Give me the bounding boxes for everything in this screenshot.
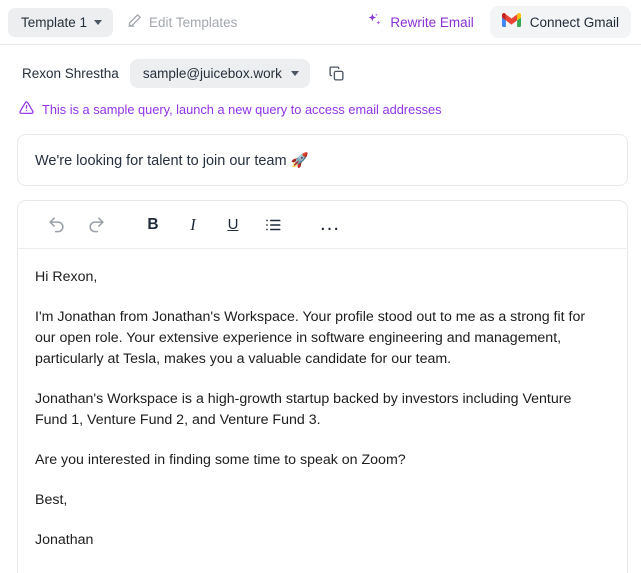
edit-templates-label: Edit Templates xyxy=(149,14,238,30)
sparkle-icon xyxy=(366,12,383,32)
bold-button[interactable]: B xyxy=(138,210,168,240)
pencil-icon xyxy=(127,13,142,31)
email-paragraph: Best, xyxy=(35,492,68,508)
email-paragraph: Jonathan xyxy=(35,532,94,548)
connect-gmail-button[interactable]: Connect Gmail xyxy=(489,6,631,38)
chevron-down-icon xyxy=(290,71,299,76)
rewrite-email-button[interactable]: Rewrite Email xyxy=(366,12,474,32)
undo-icon xyxy=(47,215,66,234)
email-paragraph: Jonathan's Workspace is a high-growth st… xyxy=(35,391,572,428)
warning-triangle-icon xyxy=(19,100,34,118)
top-toolbar: Template 1 Edit Templates Rewrite Email xyxy=(0,0,641,45)
email-paragraph: Are you interested in finding some time … xyxy=(35,452,406,468)
more-options-label: … xyxy=(319,212,341,236)
warning-text: This is a sample query, launch a new que… xyxy=(42,101,442,117)
email-body-editor[interactable]: Hi Rexon, I'm Jonathan from Jonathan's W… xyxy=(18,249,627,551)
chevron-down-icon xyxy=(94,19,103,25)
sample-query-warning: This is a sample query, launch a new que… xyxy=(0,87,641,118)
email-paragraph: I'm Jonathan from Jonathan's Workspace. … xyxy=(35,309,586,367)
subject-field[interactable]: We're looking for talent to join our tea… xyxy=(17,134,628,186)
template-selector-label: Template 1 xyxy=(21,14,88,30)
redo-icon xyxy=(87,215,106,234)
more-options-button[interactable]: … xyxy=(315,210,345,240)
italic-button[interactable]: I xyxy=(178,210,208,240)
template-selector-button[interactable]: Template 1 xyxy=(8,7,114,37)
underline-button[interactable]: U xyxy=(218,210,248,240)
edit-templates-button[interactable]: Edit Templates xyxy=(127,13,237,31)
recipient-email-label: sample@juicebox.work xyxy=(142,66,282,81)
email-editor-card: B I U … Hi Rexon, I'm Jonathan from Jona… xyxy=(17,200,628,573)
recipient-name: Rexon Shrestha xyxy=(22,66,119,81)
subject-value[interactable]: We're looking for talent to join our tea… xyxy=(35,152,309,169)
copy-email-button[interactable] xyxy=(326,63,347,84)
recipient-email-selector[interactable]: sample@juicebox.work xyxy=(129,59,310,88)
bullet-list-button[interactable] xyxy=(258,210,288,240)
bullet-list-icon xyxy=(264,216,282,234)
gmail-logo-icon xyxy=(501,12,521,31)
editor-toolbar: B I U … xyxy=(18,201,627,249)
redo-button[interactable] xyxy=(81,210,111,240)
copy-icon xyxy=(328,66,345,85)
email-paragraph: Hi Rexon, xyxy=(35,269,98,285)
rewrite-email-label: Rewrite Email xyxy=(390,14,474,30)
recipient-row: Rexon Shrestha sample@juicebox.work xyxy=(0,45,641,88)
undo-button[interactable] xyxy=(41,210,71,240)
connect-gmail-label: Connect Gmail xyxy=(529,14,619,30)
